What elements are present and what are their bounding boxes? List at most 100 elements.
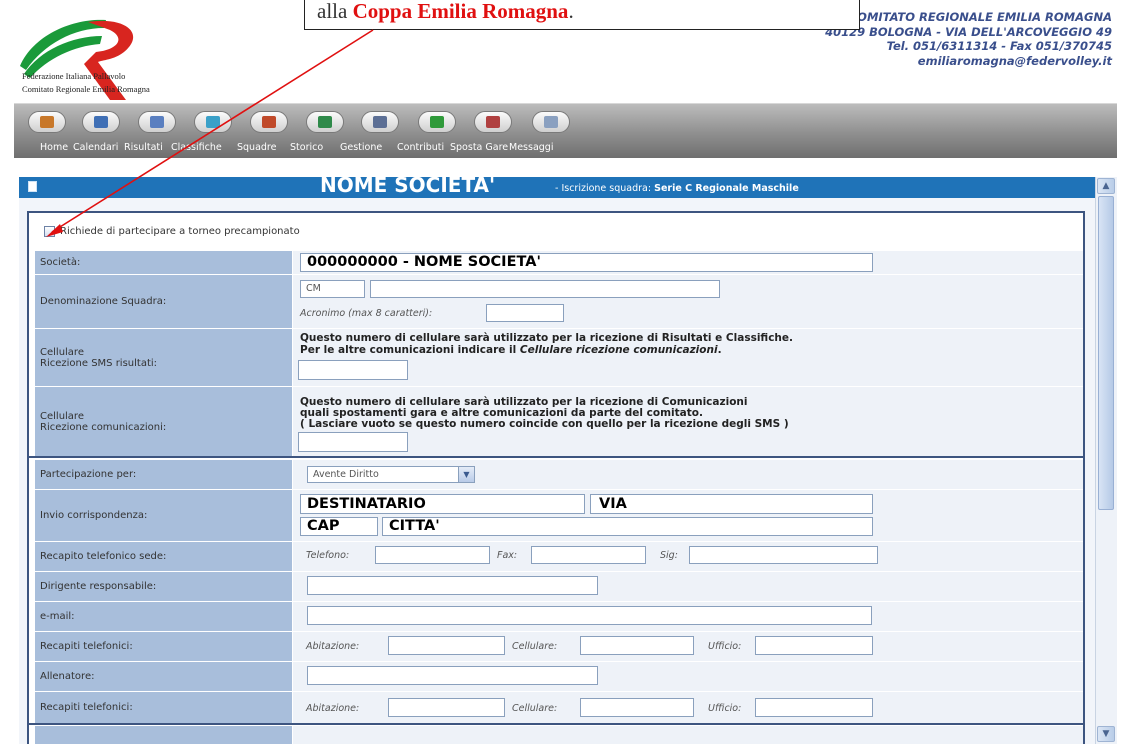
chevron-down-icon[interactable]: ▼ (458, 467, 474, 482)
torneo-checkbox[interactable] (44, 226, 55, 237)
document-icon (28, 181, 37, 192)
nav-button-storico[interactable] (306, 111, 344, 133)
acronimo-input[interactable] (486, 304, 564, 322)
via-field[interactable]: VIA (590, 494, 873, 514)
torneo-label: Richiede di partecipare a torneo precamp… (60, 226, 300, 237)
scroll-up-icon[interactable]: ▲ (1097, 178, 1115, 194)
callout-suffix: . (568, 0, 574, 23)
societa-field[interactable]: 000000000 - NOME SOCIETA' (300, 253, 873, 272)
nav-label-risultati[interactable]: Risultati (124, 142, 163, 153)
label-next-row (35, 725, 292, 744)
nav-label-contributi[interactable]: Contributi (397, 142, 444, 153)
telefono-input[interactable] (375, 546, 490, 564)
contact-email: emiliaromagna@federvolley.it (917, 53, 1112, 68)
subtitle-prefix: - Iscrizione squadra: (555, 183, 652, 194)
nav-label-storico[interactable]: Storico (290, 142, 323, 153)
partecipazione-select[interactable]: Avente Diritto (307, 466, 475, 483)
nav-button-classifiche[interactable] (194, 111, 232, 133)
panel-subtitle: - Iscrizione squadra: Serie C Regionale … (555, 183, 799, 194)
nav-label-messaggi[interactable]: Messaggi (509, 142, 553, 153)
fax-label: Fax: (497, 550, 518, 561)
label-comunicazioni-line2: Ricezione comunicazioni: (40, 421, 167, 433)
scroll-down-icon[interactable]: ▼ (1097, 726, 1115, 742)
abitazione-label: Abitazione: (306, 641, 360, 652)
contact-phone: Tel. 051/6311314 - Fax 051/370745 (886, 39, 1112, 54)
gear-icon (373, 116, 387, 128)
cellulare-input[interactable] (580, 636, 694, 655)
nav-button-calendari[interactable] (82, 111, 120, 133)
logo-caption-line2: Comitato Regionale Emilia Romagna (22, 84, 150, 94)
nav-button-sposta-gare[interactable] (474, 111, 512, 133)
nav-button-risultati[interactable] (138, 111, 176, 133)
sms-note-2: Per le altre comunicazioni indicare il C… (300, 344, 722, 357)
nav-button-squadre[interactable] (250, 111, 288, 133)
row-next-bg (293, 725, 1083, 744)
calendar-icon (94, 116, 108, 128)
main-navigation: Home Calendari Risultati Classifiche Squadre… (14, 103, 1117, 161)
ufficio-label: Ufficio: (708, 641, 742, 652)
ball-icon (150, 116, 164, 128)
committee-contact: COMITATO REGIONALE EMILIA ROMAGNA 40129 … (825, 10, 1112, 68)
move-icon (486, 116, 500, 128)
cap-field[interactable]: CAP (300, 517, 378, 536)
citta-field[interactable]: CITTA' (382, 517, 873, 536)
sms-cellulare-input[interactable] (298, 360, 408, 380)
label-dirigente: Dirigente responsabile: (35, 571, 292, 601)
destinatario-field[interactable]: DESTINATARIO (300, 494, 585, 514)
cellulare-label: Cellulare: (512, 641, 558, 652)
comunicazioni-note-3: ( Lasciare vuoto se questo numero coinci… (300, 418, 789, 430)
nav-button-messaggi[interactable] (532, 111, 570, 133)
label-recapiti-2: Recapiti telefonici: (35, 691, 292, 723)
section-divider (29, 456, 1083, 458)
nav-button-home[interactable] (28, 111, 66, 133)
label-sms-line1: Cellulare (40, 346, 84, 358)
nav-button-contributi[interactable] (418, 111, 456, 133)
sms-note-2-suffix: . (717, 344, 722, 356)
label-denominazione: Denominazione Squadra: (35, 274, 292, 328)
cellulare-input-2[interactable] (580, 698, 694, 717)
fax-input[interactable] (531, 546, 646, 564)
nav-label-calendari[interactable]: Calendari (73, 142, 118, 153)
ufficio-label-2: Ufficio: (708, 703, 742, 714)
nav-label-gestione[interactable]: Gestione (340, 142, 382, 153)
abitazione-input[interactable] (388, 636, 505, 655)
nav-label-home[interactable]: Home (40, 142, 68, 153)
team-name-input[interactable] (370, 280, 720, 298)
sig-input[interactable] (689, 546, 878, 564)
abitazione-label-2: Abitazione: (306, 703, 360, 714)
subtitle-value: Serie C Regionale Maschile (654, 183, 799, 194)
label-email: e-mail: (35, 601, 292, 631)
home-icon (40, 116, 54, 128)
allenatore-input[interactable] (307, 666, 598, 685)
label-comunicazioni: Cellulare Ricezione comunicazioni: (35, 386, 292, 456)
dirigente-input[interactable] (307, 576, 598, 595)
sms-note-2-italic: Cellulare ricezione comunicazioni (519, 344, 718, 356)
label-allenatore: Allenatore: (35, 661, 292, 691)
scrollbar-thumb[interactable] (1098, 196, 1114, 510)
nav-label-squadre[interactable]: Squadre (237, 142, 276, 153)
acronimo-label: Acronimo (max 8 caratteri): (300, 308, 433, 319)
nav-label-sposta-gare[interactable]: Sposta Gare (450, 142, 508, 153)
euro-icon (430, 116, 444, 128)
team-prefix-field[interactable]: CM (300, 280, 365, 298)
cellulare-label-2: Cellulare: (512, 703, 558, 714)
abitazione-input-2[interactable] (388, 698, 505, 717)
ufficio-input[interactable] (755, 636, 873, 655)
comunicazioni-cellulare-input[interactable] (298, 432, 408, 452)
logo-caption-line1: Federazione Italiana Pallavolo (22, 71, 126, 81)
history-icon (318, 116, 332, 128)
sms-note-2-prefix: Per le altre comunicazioni indicare il (300, 344, 520, 356)
nav-label-classifiche[interactable]: Classifiche (171, 142, 222, 153)
label-corrispondenza: Invio corrispondenza: (35, 489, 292, 541)
team-icon (262, 116, 276, 128)
email-input[interactable] (307, 606, 872, 625)
partecipazione-value: Avente Diritto (313, 469, 379, 480)
label-recapiti-1: Recapiti telefonici: (35, 631, 292, 661)
label-recapito-sede: Recapito telefonico sede: (35, 541, 292, 571)
label-sms-line2: Ricezione SMS risultati: (40, 357, 158, 369)
callout-highlight: Coppa Emilia Romagna (352, 0, 569, 23)
ufficio-input-2[interactable] (755, 698, 873, 717)
annotation-callout: alla Coppa Emilia Romagna. (304, 0, 860, 30)
nav-spacer (14, 158, 1117, 176)
nav-button-gestione[interactable] (361, 111, 399, 133)
